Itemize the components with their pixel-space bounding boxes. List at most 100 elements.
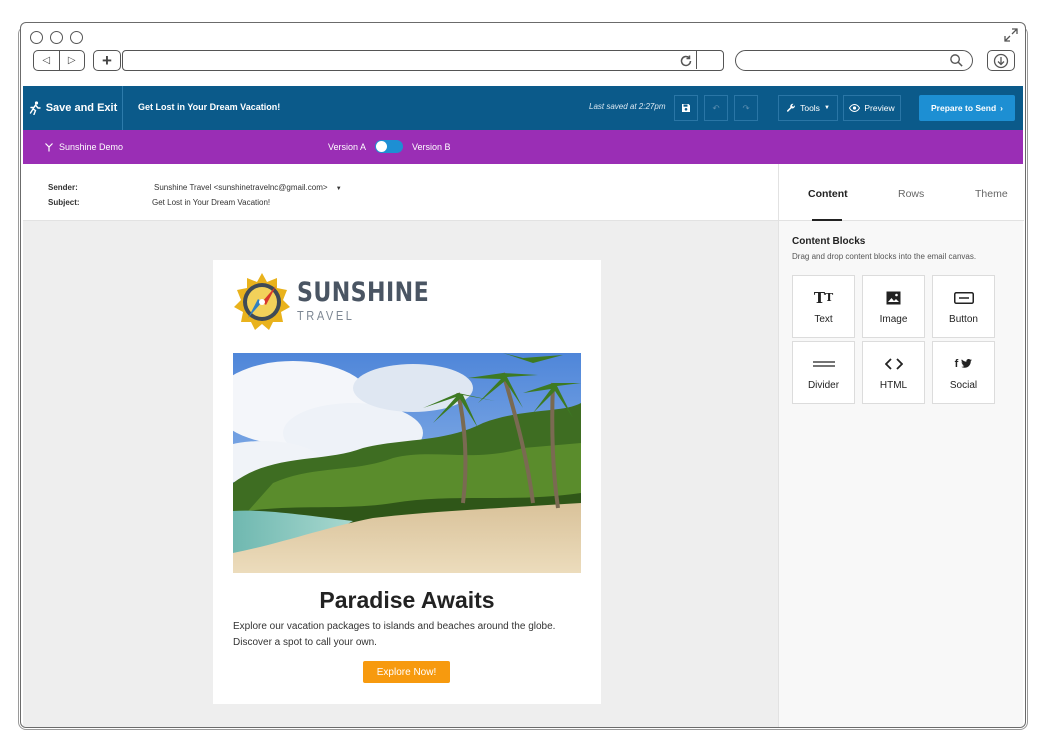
- browser-address-row: ◁ ▷ +: [33, 50, 1017, 72]
- eye-icon: [849, 104, 861, 112]
- editor-toolbar: Save and Exit Get Lost in Your Dream Vac…: [23, 86, 1023, 130]
- save-and-exit-label: Save and Exit: [45, 102, 118, 114]
- running-person-icon: [29, 101, 41, 115]
- image-icon-wrap: [886, 289, 901, 307]
- facebook-icon: f: [954, 357, 959, 370]
- url-bar-divider: [695, 51, 697, 69]
- sender-label: Sender:: [48, 183, 78, 192]
- tools-label: Tools: [800, 103, 820, 113]
- subject-value[interactable]: Get Lost in Your Dream Vacation!: [152, 198, 270, 207]
- block-divider-label: Divider: [807, 379, 840, 391]
- version-a-label[interactable]: Version A: [328, 142, 366, 152]
- email-canvas-area: Sender: Sunshine Travel <sunshinetraveln…: [23, 164, 778, 727]
- fullscreen-icon[interactable]: [1003, 27, 1019, 43]
- close-window-button[interactable]: [30, 31, 43, 44]
- content-blocks-heading: Content Blocks: [792, 236, 866, 247]
- tab-content[interactable]: Content: [808, 188, 848, 200]
- forward-icon[interactable]: ▷: [60, 51, 85, 70]
- maximize-window-button[interactable]: [70, 31, 83, 44]
- block-social-label: Social: [949, 379, 978, 391]
- download-icon: [993, 53, 1009, 68]
- code-icon: [884, 357, 903, 370]
- ab-test-bar: Sunshine Demo Version A Version B: [23, 130, 1023, 164]
- undo-button[interactable]: ↶: [704, 95, 728, 121]
- tab-theme[interactable]: Theme: [975, 188, 1008, 200]
- chevron-right-icon: ›: [1000, 103, 1004, 113]
- email-body-copy[interactable]: Explore our vacation packages to islands…: [233, 619, 583, 651]
- code-icon-wrap: [884, 355, 903, 373]
- block-html-label: HTML: [879, 379, 908, 391]
- panel-tabs: Content Rows Theme: [779, 164, 1024, 221]
- block-text[interactable]: TT Text: [792, 275, 855, 338]
- email-body[interactable]: SUNSHINE TRAVEL Paradise Awaits Explore …: [213, 260, 601, 704]
- block-button[interactable]: Button: [932, 275, 995, 338]
- browser-window: ◁ ▷ + Save and Exit Get Lost in Your Dre…: [20, 22, 1026, 728]
- logo-wordmark: SUNSHINE TRAVEL: [297, 279, 458, 323]
- tools-dropdown[interactable]: Tools ▼: [778, 95, 838, 121]
- redo-button[interactable]: ↷: [734, 95, 758, 121]
- block-divider[interactable]: Divider: [792, 341, 855, 404]
- button-icon-wrap: [953, 289, 974, 307]
- active-tab-indicator: [812, 219, 842, 221]
- history-buttons: ◁ ▷: [33, 50, 85, 71]
- text-size-icon: TT: [813, 288, 834, 307]
- hero-beach-image[interactable]: [233, 353, 581, 573]
- block-html[interactable]: HTML: [862, 341, 925, 404]
- new-tab-button[interactable]: +: [93, 50, 121, 71]
- ab-test-name-label: Sunshine Demo: [59, 142, 124, 152]
- chevron-down-icon: ▼: [823, 105, 830, 111]
- version-b-label[interactable]: Version B: [412, 142, 451, 152]
- block-image[interactable]: Image: [862, 275, 925, 338]
- email-header: Sender: Sunshine Travel <sunshinetraveln…: [23, 164, 778, 221]
- floppy-disk-icon: [682, 104, 690, 112]
- reload-icon[interactable]: [678, 53, 694, 69]
- tab-rows[interactable]: Rows: [898, 188, 924, 200]
- preview-label: Preview: [864, 103, 895, 113]
- block-image-label: Image: [879, 313, 908, 325]
- subject-label: Subject:: [48, 198, 80, 207]
- twitter-icon: [961, 359, 973, 368]
- block-text-label: Text: [814, 313, 833, 325]
- logo-line-2: TRAVEL: [297, 308, 355, 323]
- window-controls: [30, 31, 83, 44]
- social-icons-wrap: f: [955, 355, 973, 373]
- save-and-exit-button[interactable]: Save and Exit: [23, 86, 123, 130]
- document-title: Get Lost in Your Dream Vacation!: [138, 102, 281, 112]
- wrench-icon: [787, 103, 796, 112]
- preview-button[interactable]: Preview: [843, 95, 901, 121]
- minimize-window-button[interactable]: [50, 31, 63, 44]
- prepare-to-send-button[interactable]: Prepare to Send ›: [919, 95, 1015, 121]
- beach-photo: [233, 353, 581, 573]
- email-headline[interactable]: Paradise Awaits: [213, 587, 601, 614]
- content-blocks-grid: TT Text Image Button Divider HTML f Soci…: [792, 275, 995, 404]
- button-icon: [953, 291, 974, 304]
- brand-logo[interactable]: SUNSHINE TRAVEL: [233, 272, 458, 330]
- browser-search-bar[interactable]: [735, 50, 973, 71]
- content-blocks-hint: Drag and drop content blocks into the em…: [792, 252, 977, 261]
- block-button-label: Button: [949, 313, 978, 325]
- save-button[interactable]: [674, 95, 698, 121]
- prepare-to-send-label: Prepare to Send: [930, 103, 997, 113]
- version-switch: Version A Version B: [328, 140, 451, 153]
- ab-test-name[interactable]: Sunshine Demo: [44, 142, 123, 152]
- divider-icon-wrap: [812, 355, 835, 373]
- download-button[interactable]: [987, 50, 1015, 71]
- sender-value: Sunshine Travel <sunshinetravelnc@gmail.…: [154, 183, 328, 192]
- compass-logo-icon: [234, 273, 290, 330]
- block-social[interactable]: f Social: [932, 341, 995, 404]
- explore-now-button[interactable]: Explore Now!: [363, 661, 450, 683]
- undo-icon: ↶: [712, 102, 720, 113]
- caret-down-icon: ▼: [335, 186, 342, 192]
- divider-icon: [812, 360, 835, 367]
- logo-line-1: SUNSHINE: [297, 277, 430, 308]
- side-panel: Content Rows Theme Content Blocks Drag a…: [778, 164, 1024, 727]
- url-bar[interactable]: [122, 50, 724, 71]
- last-saved-status: Last saved at 2:27pm: [589, 102, 666, 111]
- sender-dropdown[interactable]: Sunshine Travel <sunshinetravelnc@gmail.…: [154, 183, 342, 192]
- search-icon: [950, 54, 963, 67]
- redo-icon: ↷: [742, 102, 750, 113]
- back-icon[interactable]: ◁: [34, 51, 60, 70]
- version-toggle[interactable]: [375, 140, 404, 153]
- image-icon: [886, 291, 901, 304]
- split-icon: [45, 143, 53, 152]
